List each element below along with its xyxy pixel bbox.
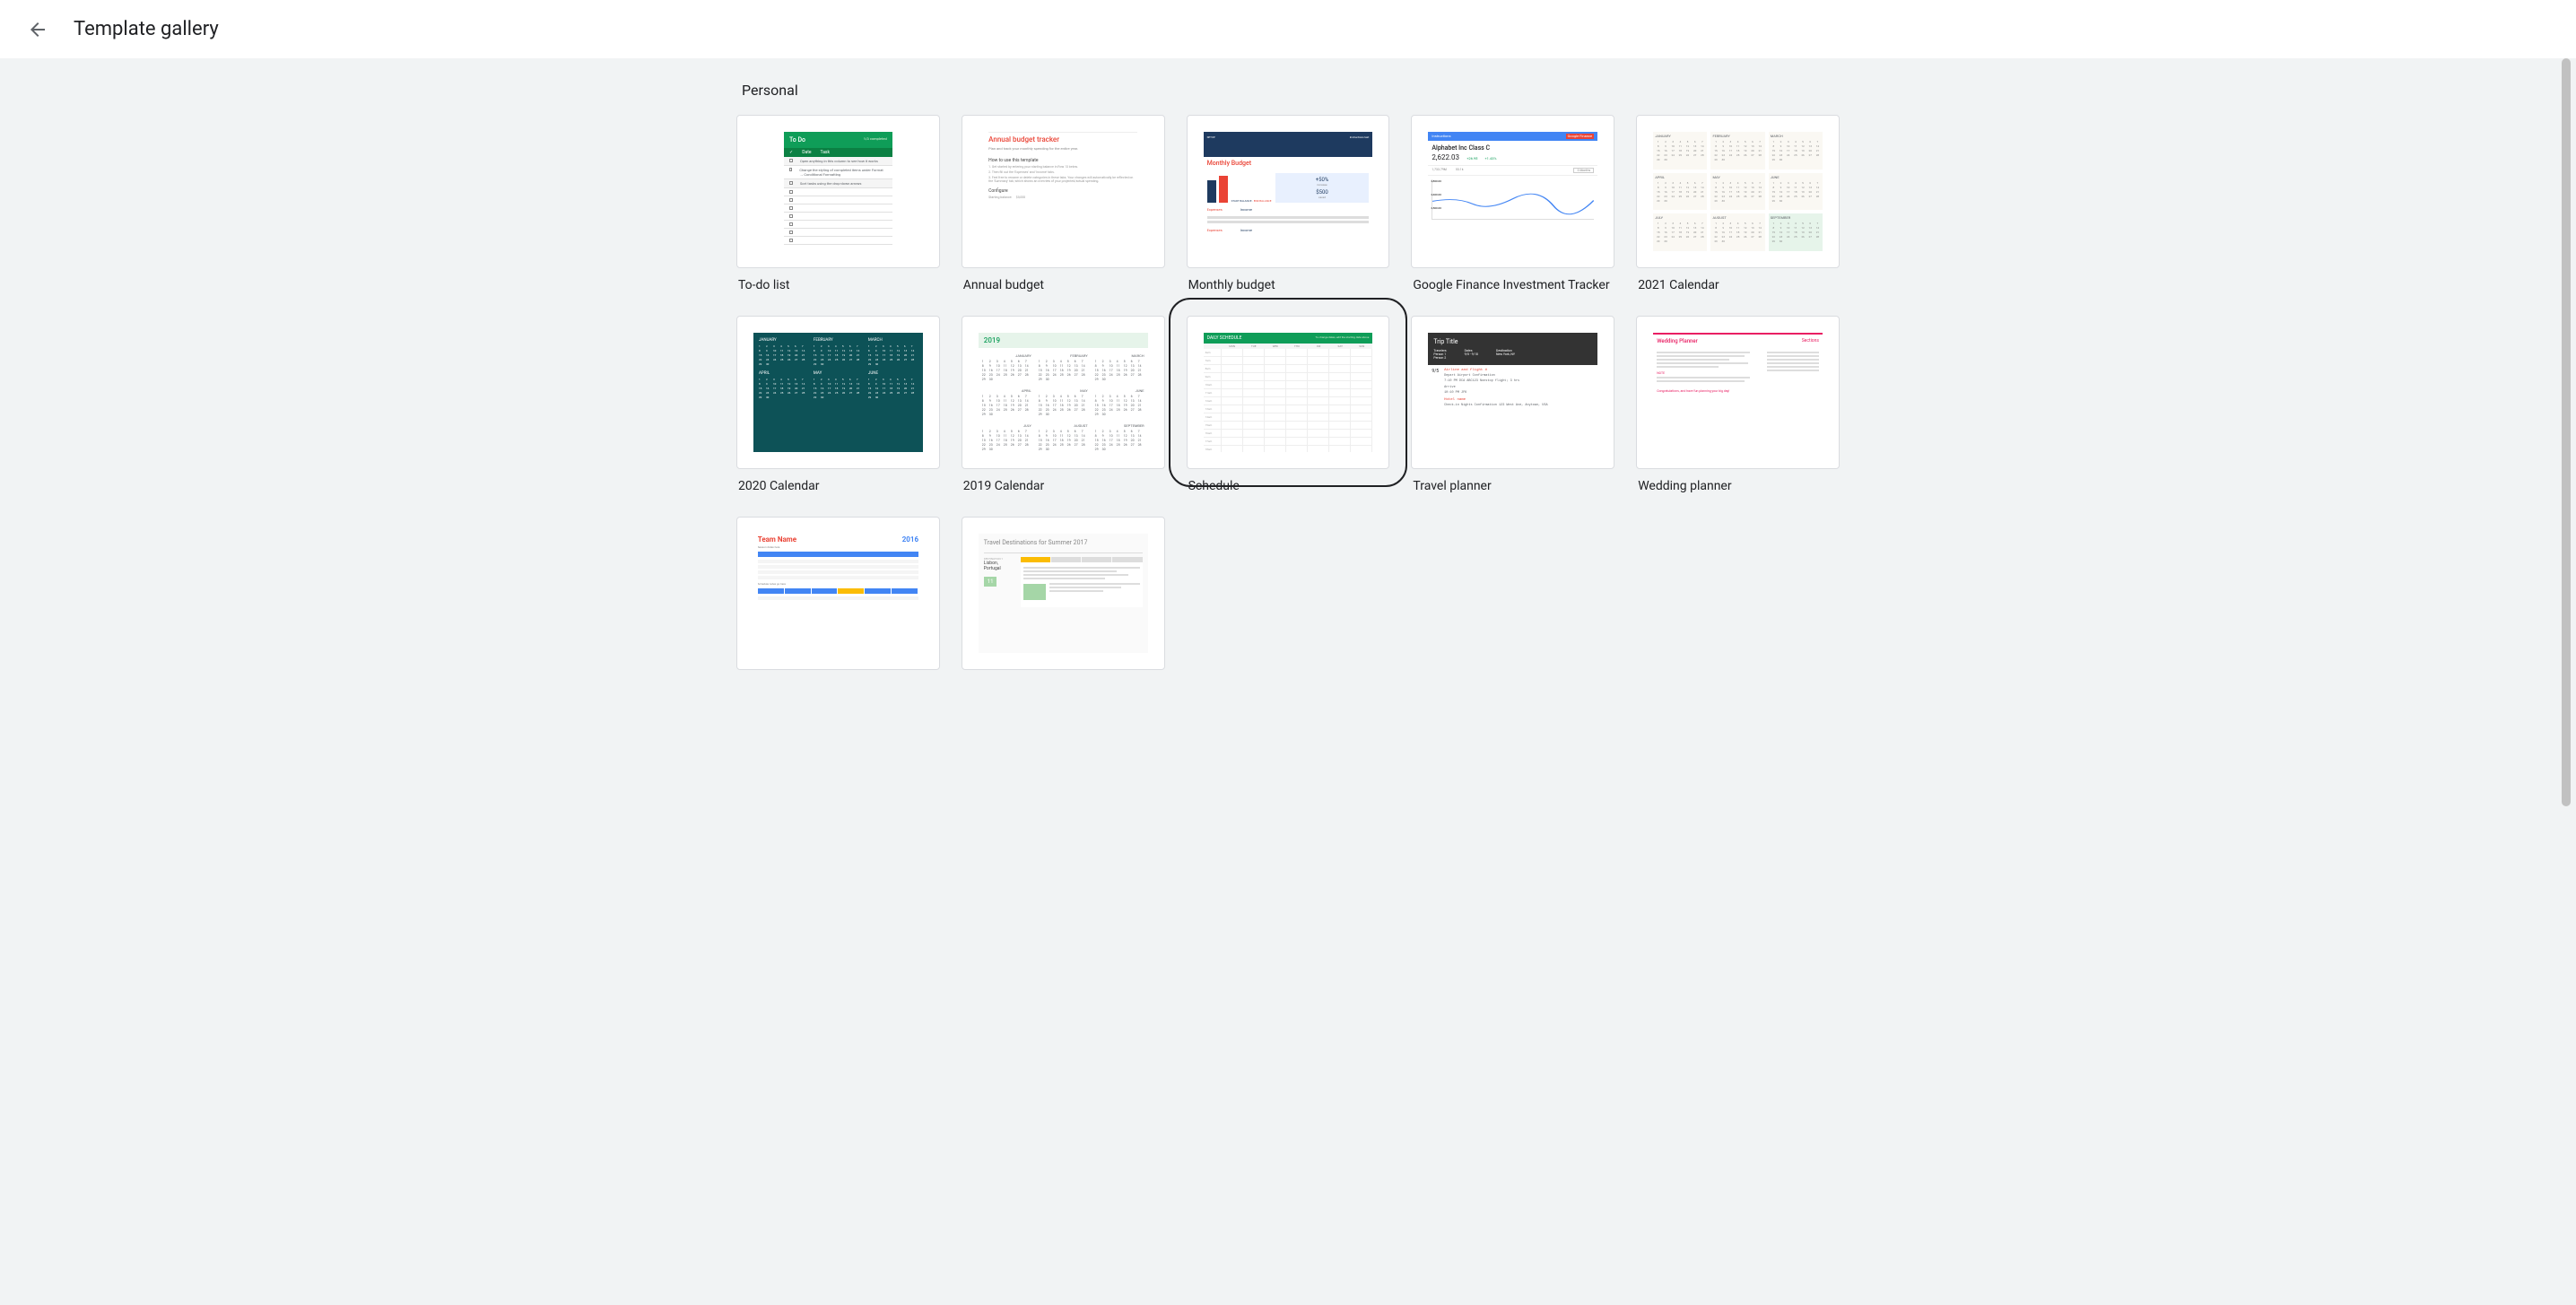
page-title: Template gallery: [74, 18, 219, 40]
template-card-2021[interactable]: JANUARY123456789101112131415161718192021…: [1636, 115, 1840, 294]
template-thumbnail: Trip Title TravelersPerson 1 Person 2 Da…: [1411, 316, 1614, 469]
template-card-team[interactable]: Team Name 2016 Season dates here Schedul…: [736, 517, 940, 679]
template-card-destinations[interactable]: Travel Destinations for Summer 2017 DEST…: [962, 517, 1165, 679]
preview-title: Monthly Budget: [1204, 157, 1373, 170]
template-label: Monthly budget: [1187, 277, 1390, 295]
template-grid: To Do 1/3 completed ✓ Date Task Open any…: [736, 115, 1840, 679]
template-label: Schedule: [1187, 478, 1390, 496]
template-thumbnail: To Do 1/3 completed ✓ Date Task Open any…: [736, 115, 940, 268]
preview-title: Annual budget tracker: [988, 132, 1137, 146]
template-thumbnail: Team Name 2016 Season dates here Schedul…: [736, 517, 940, 670]
template-thumbnail: Wedding Planner Sections NOTE: [1636, 316, 1840, 469]
template-card-2020[interactable]: JANUARY123456789101112131415161718192021…: [736, 316, 940, 495]
template-card-monthly[interactable]: SETUPInstructions text Monthly Budget ST…: [1187, 115, 1390, 294]
template-card-finance[interactable]: InstructionsGoogle Finance Alphabet Inc …: [1411, 115, 1614, 294]
calendar-preview: JANUARY123456789101112131415161718192021…: [979, 353, 1148, 451]
template-thumbnail: SETUPInstructions text Monthly Budget ST…: [1187, 115, 1390, 268]
preview-title: DAILY SCHEDULE: [1207, 335, 1242, 341]
preview-title: Travel Destinations for Summer 2017: [984, 539, 1143, 546]
section-title: Personal: [736, 82, 1840, 99]
template-thumbnail: 2019 JANUARY1234567891011121314151617181…: [962, 316, 1165, 469]
template-thumbnail: Travel Destinations for Summer 2017 DEST…: [962, 517, 1165, 670]
header: Template gallery: [0, 0, 2576, 58]
template-card-todo[interactable]: To Do 1/3 completed ✓ Date Task Open any…: [736, 115, 940, 294]
template-label: Wedding planner: [1636, 478, 1840, 496]
preview-year: 2019: [979, 333, 1148, 348]
template-label: Travel planner: [1411, 478, 1614, 496]
arrow-back-icon: [27, 19, 48, 40]
preview-title: Team Name: [758, 535, 796, 544]
preview-counter: 1/3 completed: [864, 136, 887, 144]
template-card-travel[interactable]: Trip Title TravelersPerson 1 Person 2 Da…: [1411, 316, 1614, 495]
template-thumbnail: DAILY SCHEDULE To change dates, edit the…: [1187, 316, 1390, 469]
scrollbar[interactable]: [2556, 58, 2571, 1305]
template-card-annual[interactable]: Annual budget tracker Plan and track you…: [962, 115, 1165, 294]
template-thumbnail: JANUARY123456789101112131415161718192021…: [736, 316, 940, 469]
template-card-schedule[interactable]: DAILY SCHEDULE To change dates, edit the…: [1187, 316, 1390, 495]
template-label: 2021 Calendar: [1636, 277, 1840, 295]
calendar-preview: JANUARY123456789101112131415161718192021…: [759, 338, 918, 399]
template-card-wedding[interactable]: Wedding Planner Sections NOTE: [1636, 316, 1840, 495]
template-label: Google Finance Investment Tracker: [1411, 277, 1614, 295]
template-label: 2019 Calendar: [962, 478, 1165, 496]
template-label: 2020 Calendar: [736, 478, 940, 496]
template-label: To-do list: [736, 277, 940, 295]
scrollbar-thumb[interactable]: [2562, 58, 2571, 806]
preview-title: Alphabet Inc Class C: [1432, 144, 1594, 152]
template-thumbnail: JANUARY123456789101112131415161718192021…: [1636, 115, 1840, 268]
preview-title: Trip Title: [1433, 338, 1592, 345]
calendar-preview: JANUARY123456789101112131415161718192021…: [1653, 132, 1823, 251]
template-card-2019[interactable]: 2019 JANUARY1234567891011121314151617181…: [962, 316, 1165, 495]
back-button[interactable]: [27, 19, 48, 40]
content-area: Personal To Do 1/3 completed ✓ Date Task: [0, 58, 2576, 1305]
template-thumbnail: Annual budget tracker Plan and track you…: [962, 115, 1165, 268]
preview-title: To Do: [789, 136, 805, 144]
preview-title: Wedding Planner: [1657, 338, 1698, 344]
template-thumbnail: InstructionsGoogle Finance Alphabet Inc …: [1411, 115, 1614, 268]
template-label: Annual budget: [962, 277, 1165, 295]
